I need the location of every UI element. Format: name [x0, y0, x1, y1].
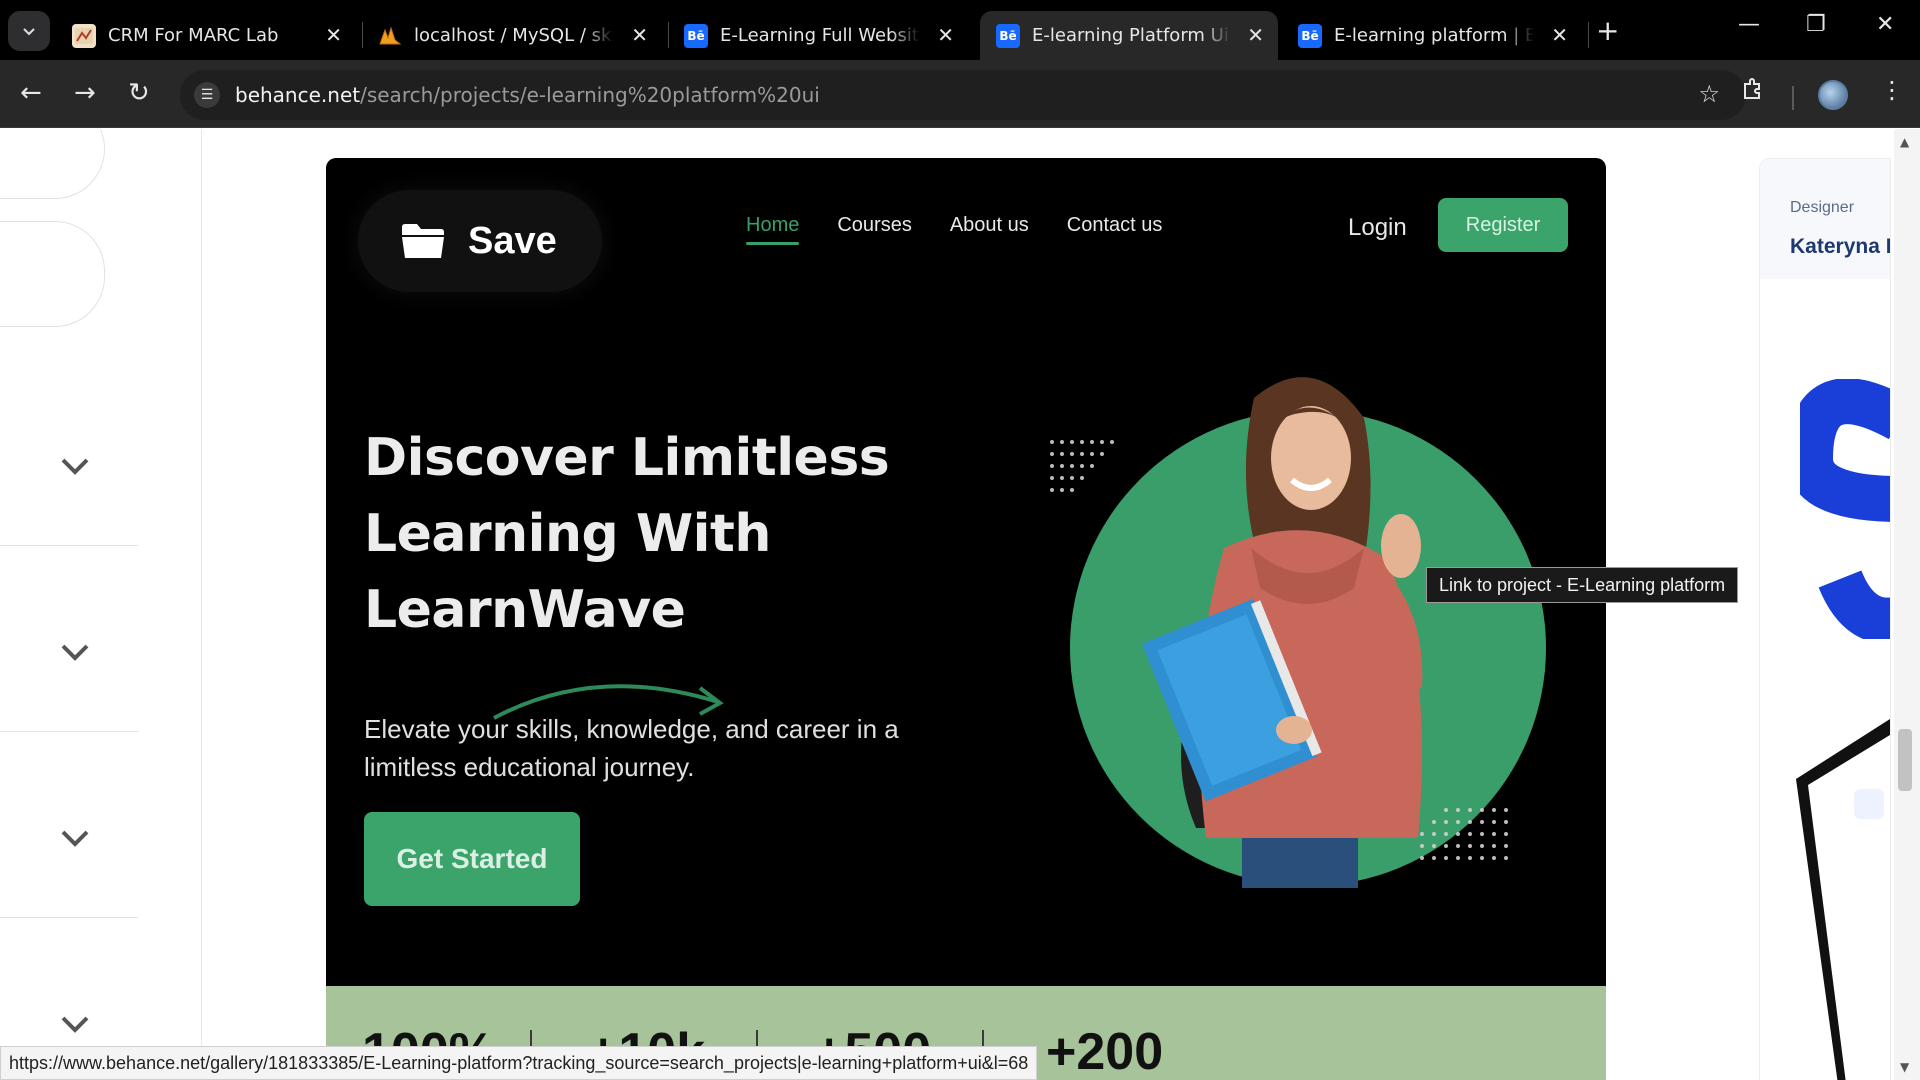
- hero-title: Discover Limitless Learning With LearnWa…: [364, 428, 890, 640]
- behance-icon: Bē: [996, 23, 1020, 48]
- preview-register: Register: [1438, 198, 1568, 252]
- stat-value: +200: [1046, 1023, 1164, 1080]
- filter-pill[interactable]: [0, 221, 105, 327]
- tab-title: localhost / MySQL / skills: [414, 25, 614, 46]
- scroll-down-icon[interactable]: ▼: [1900, 1060, 1909, 1074]
- forward-icon[interactable]: →: [74, 78, 96, 108]
- student-illustration: [1050, 377, 1546, 888]
- toolbar-divider: [1792, 86, 1794, 110]
- hero-subtitle: Elevate your skills, knowledge, and care…: [364, 714, 899, 782]
- chevron-down-icon: [23, 28, 35, 36]
- tab-strip: CRM For MARC Lab ✕ localhost / MySQL / s…: [0, 0, 1920, 60]
- tablet-mockup: [1796, 719, 1890, 1080]
- nav-contact-us: Contact us: [1066, 214, 1163, 236]
- tab-title: CRM For MARC Lab: [108, 25, 279, 46]
- save-button[interactable]: Save: [358, 190, 602, 292]
- reload-icon[interactable]: ↻: [128, 78, 150, 108]
- tab-divider: [1588, 22, 1589, 48]
- project-card-elearning-platform[interactable]: Save Home Courses About us Contact us Lo…: [326, 158, 1606, 1080]
- close-icon[interactable]: ✕: [937, 23, 954, 47]
- designer-name[interactable]: Kateryna K: [1790, 235, 1890, 259]
- divider: [0, 731, 138, 732]
- address-bar[interactable]: ☰ behance.net/search/projects/e-learning…: [180, 70, 1746, 120]
- divider: [0, 917, 138, 918]
- project-card-partial[interactable]: Designer Kateryna K: [1760, 159, 1890, 1080]
- get-started-button: Get Started: [364, 812, 580, 906]
- phpmyadmin-icon: [378, 24, 402, 48]
- tab-crm[interactable]: CRM For MARC Lab ✕: [56, 11, 356, 60]
- site-info-icon[interactable]: ☰: [194, 82, 220, 108]
- tab-title: E-learning Platform Ui Pr: [1032, 25, 1232, 46]
- chevron-down-icon[interactable]: [58, 449, 92, 483]
- url-text[interactable]: behance.net/search/projects/e-learning%2…: [235, 83, 820, 107]
- extensions-icon[interactable]: [1740, 76, 1766, 108]
- chevron-down-icon[interactable]: [58, 1007, 92, 1041]
- tooltip: Link to project - E-Learning platform: [1426, 567, 1739, 603]
- chevron-down-icon[interactable]: [58, 821, 92, 855]
- close-icon[interactable]: ✕: [1551, 23, 1568, 47]
- save-label: Save: [468, 219, 557, 262]
- scroll-up-icon[interactable]: ▲: [1900, 135, 1909, 149]
- bookmark-star-icon[interactable]: ☆: [1698, 80, 1720, 108]
- nav-about-us: About us: [949, 214, 1029, 236]
- filter-pill[interactable]: [0, 129, 105, 199]
- new-tab-button[interactable]: +: [1596, 14, 1619, 47]
- link-status-bar: https://www.behance.net/gallery/18183338…: [0, 1046, 1038, 1080]
- tab-elearning-platform-ui[interactable]: Bē E-learning Platform Ui Pr ✕: [980, 11, 1278, 60]
- crm-icon: [72, 23, 96, 48]
- browser-toolbar: ← → ↻ ☰ behance.net/search/projects/e-le…: [0, 60, 1920, 128]
- close-icon[interactable]: ✕: [1247, 23, 1264, 47]
- back-icon[interactable]: ←: [20, 78, 42, 108]
- tab-elearning-edtech[interactable]: Bē E-learning platform | EdTe ✕: [1282, 11, 1582, 60]
- filter-sidebar: [0, 129, 202, 1080]
- tab-phpmyadmin[interactable]: localhost / MySQL / skills ✕: [362, 11, 662, 60]
- menu-kebab-icon[interactable]: ⋮: [1880, 76, 1904, 104]
- behance-icon: Bē: [1298, 23, 1322, 48]
- tab-title: E-Learning Full Website -: [720, 25, 920, 46]
- vertical-scrollbar[interactable]: ▲ ▼: [1894, 129, 1920, 1080]
- divider: [0, 545, 138, 546]
- brand-logo-shape: [1800, 379, 1890, 639]
- profile-avatar[interactable]: [1818, 80, 1848, 110]
- close-icon[interactable]: ✕: [631, 23, 648, 47]
- designer-role: Designer: [1790, 199, 1855, 216]
- chevron-down-icon[interactable]: [58, 635, 92, 669]
- tab-search-button[interactable]: [8, 11, 50, 51]
- preview-nav: Home Courses About us Contact us: [746, 214, 1200, 245]
- tab-elearning-full-website[interactable]: Bē E-Learning Full Website - ✕: [668, 11, 968, 60]
- restore-icon[interactable]: ❐: [1806, 12, 1826, 37]
- nav-courses: Courses: [837, 214, 912, 236]
- tab-title: E-learning platform | EdTe: [1334, 25, 1534, 46]
- folder-icon: [402, 224, 444, 258]
- behance-search-page: Save Home Courses About us Contact us Lo…: [0, 129, 1920, 1080]
- card-header: [1760, 159, 1890, 279]
- close-icon[interactable]: ✕: [325, 23, 342, 47]
- scrollbar-thumb[interactable]: [1898, 729, 1912, 791]
- minimize-icon[interactable]: —: [1738, 12, 1760, 37]
- preview-login: Login: [1348, 214, 1407, 241]
- nav-home: Home: [746, 214, 800, 245]
- close-window-icon[interactable]: ✕: [1876, 12, 1894, 37]
- behance-icon: Bē: [684, 23, 708, 48]
